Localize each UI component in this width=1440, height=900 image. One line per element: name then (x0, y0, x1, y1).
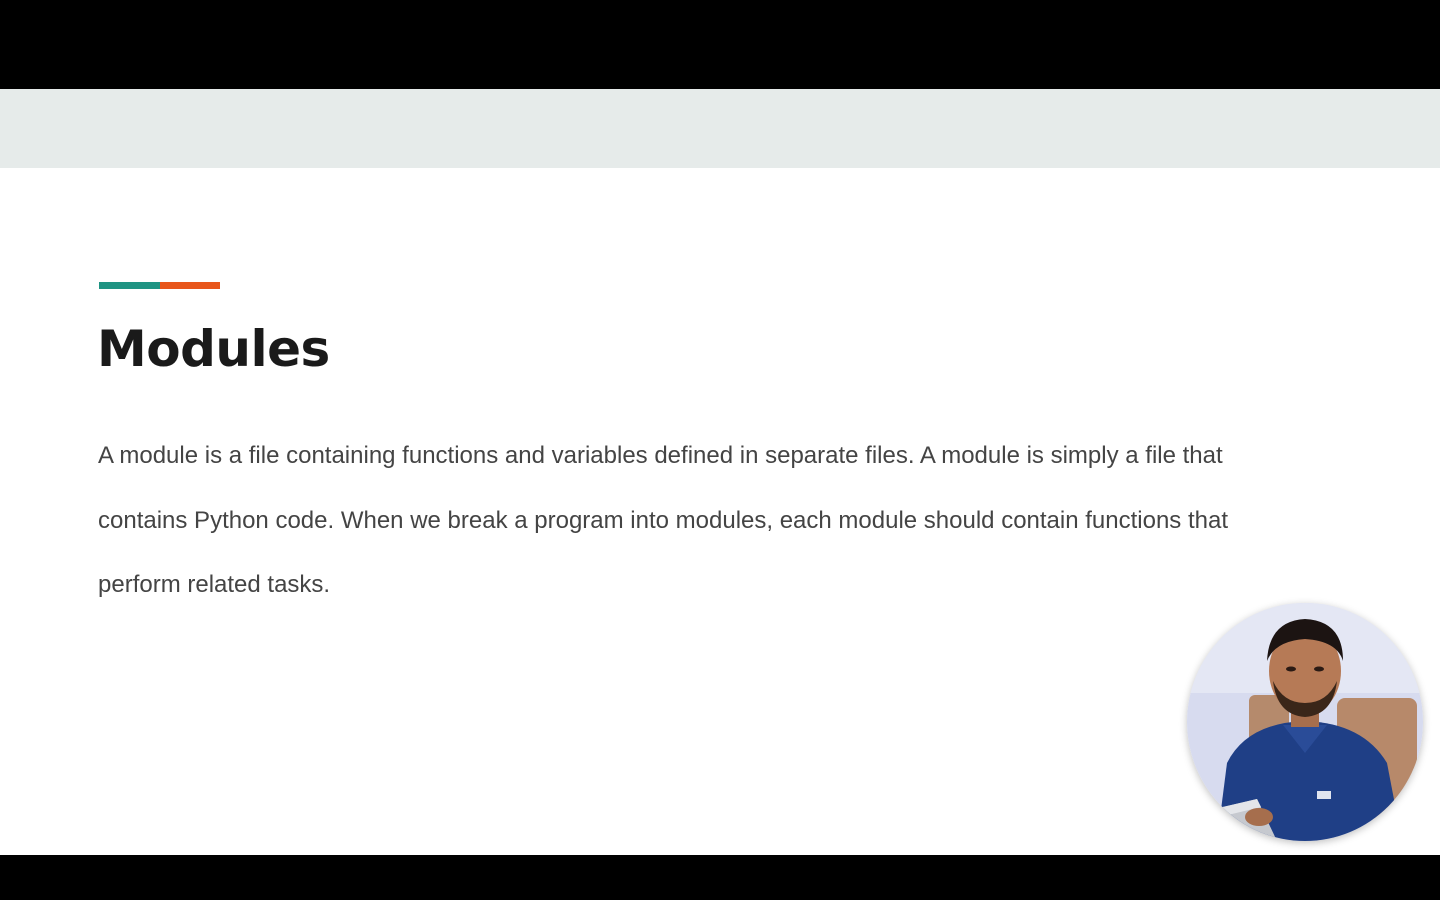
slide-header-band (0, 89, 1440, 168)
accent-teal-segment (99, 282, 160, 289)
slide-title: Modules (97, 320, 330, 378)
letterbox-top (0, 0, 1440, 89)
video-frame: Modules A module is a file containing fu… (0, 0, 1440, 900)
presenter-webcam-icon (1187, 603, 1423, 841)
title-accent-bar (99, 282, 220, 289)
presenter-webcam-overlay (1187, 603, 1423, 841)
slide-body-text: A module is a file containing functions … (98, 442, 1229, 598)
accent-orange-segment (160, 282, 220, 289)
letterbox-bottom (0, 855, 1440, 900)
